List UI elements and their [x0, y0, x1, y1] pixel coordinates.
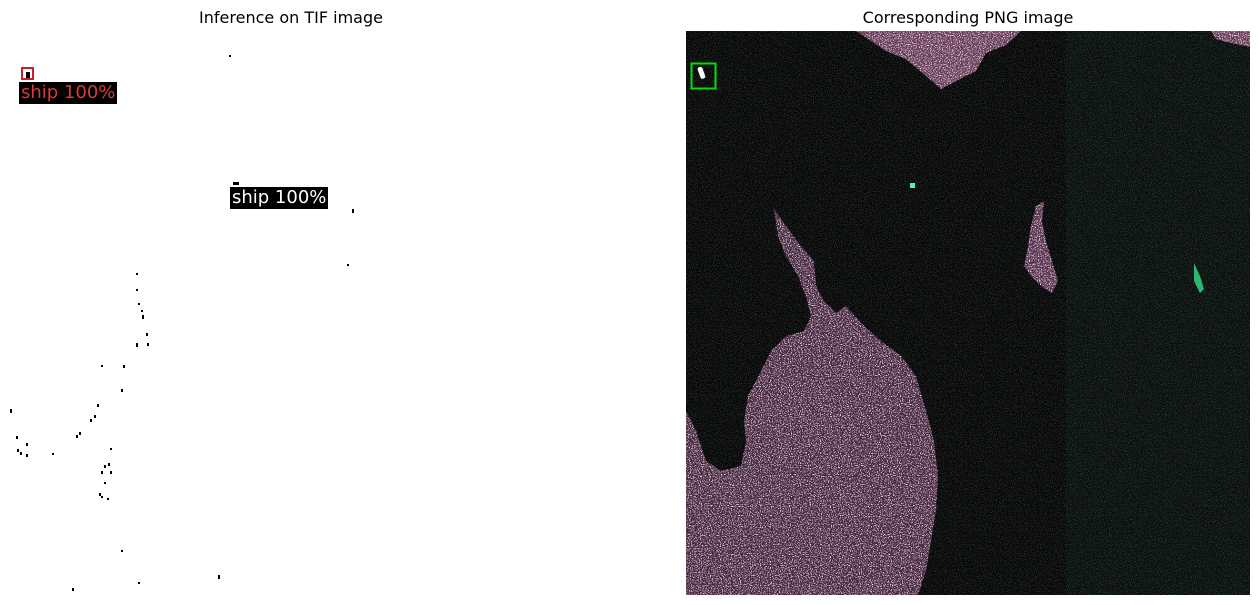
tif-speck: [147, 343, 149, 346]
tif-speck: [20, 452, 22, 455]
tif-speck: [142, 315, 144, 319]
ship-detection-box: [21, 67, 34, 80]
tif-inference-image: ship 100% ship 100%: [0, 31, 582, 605]
tif-speck: [229, 55, 231, 57]
tif-speck: [26, 443, 28, 446]
tif-speck: [141, 310, 143, 312]
tif-speck: [110, 471, 112, 474]
tif-speck: [347, 264, 349, 266]
tif-speck: [101, 496, 103, 498]
ship-detection-label: ship 100%: [19, 82, 118, 104]
tif-speck: [72, 588, 74, 591]
tif-speck: [146, 333, 148, 336]
tif-speck: [218, 575, 220, 579]
tif-speck: [121, 389, 123, 392]
tif-speck: [76, 435, 78, 438]
tif-speck: [16, 436, 18, 439]
tif-speck: [101, 365, 103, 367]
tif-speck: [136, 273, 138, 275]
tif-speck: [94, 415, 96, 418]
tif-speck: [104, 482, 106, 484]
tif-speck: [108, 463, 110, 466]
left-panel-title: Inference on TIF image: [199, 8, 383, 27]
tif-speck: [123, 365, 125, 368]
tif-speck: [136, 289, 138, 291]
tif-speck: [79, 432, 81, 435]
figure: Inference on TIF image Corresponding PNG…: [0, 0, 1259, 605]
tif-speck: [97, 404, 99, 407]
tif-speck: [110, 448, 112, 450]
tif-speck: [138, 303, 140, 305]
right-panel-title: Corresponding PNG image: [862, 8, 1074, 27]
tif-speck: [352, 209, 354, 213]
ship-pixel: [26, 72, 30, 78]
tif-speck: [107, 498, 109, 500]
tif-speck: [90, 419, 92, 422]
tif-speck: [17, 449, 19, 452]
tif-speck: [26, 454, 28, 457]
tif-speck: [52, 453, 54, 455]
ship-pixel: [233, 182, 239, 185]
bright-target: [910, 183, 915, 188]
png-image: [686, 31, 1250, 595]
tif-speck: [104, 465, 106, 468]
ship-detection-label: ship 100%: [230, 187, 329, 209]
tif-speck: [138, 582, 140, 584]
tif-speck: [10, 409, 12, 413]
tif-speck: [136, 343, 138, 347]
sar-scene: [686, 31, 1250, 595]
tif-speck: [101, 471, 103, 474]
tif-speck: [121, 550, 123, 552]
